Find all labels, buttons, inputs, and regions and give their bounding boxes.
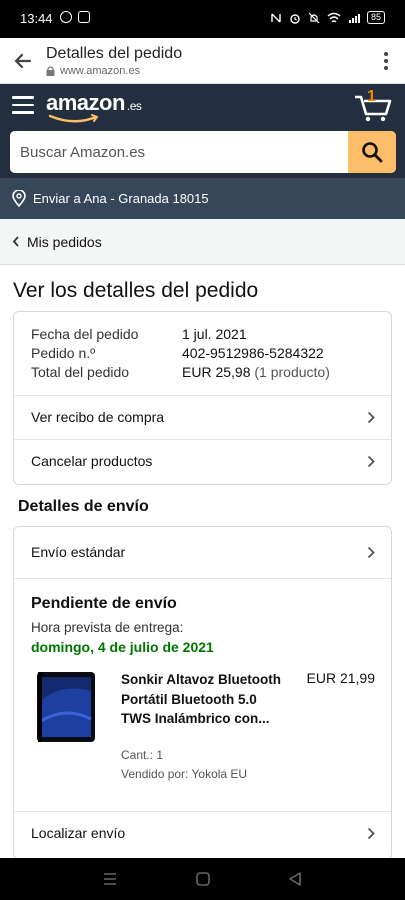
status-bar: 13:44 85 [0, 0, 405, 38]
product-quantity: Cant.: 1 [121, 748, 164, 762]
shipping-method-link[interactable]: Envío estándar [14, 527, 391, 579]
messenger-icon [60, 11, 72, 23]
chevron-right-icon [367, 455, 375, 468]
order-number-label: Pedido n.º [31, 345, 96, 361]
cancel-products-link[interactable]: Cancelar productos [14, 439, 391, 483]
shipping-heading: Detalles de envío [18, 498, 149, 515]
signal-icon [348, 13, 360, 23]
product-price: EUR 21,99 [306, 670, 375, 686]
product-seller: Vendido por: Yokola EU [121, 767, 248, 781]
order-total-label: Total del pedido [31, 364, 130, 380]
search-bar [10, 131, 396, 173]
lock-icon [46, 66, 55, 76]
cart-button[interactable]: 1 [353, 88, 393, 122]
more-options-icon[interactable] [383, 51, 389, 71]
product-image[interactable] [36, 671, 96, 743]
notification-icons [60, 11, 90, 23]
system-nav-bar [0, 858, 405, 900]
chevron-right-icon [367, 546, 375, 559]
status-time: 13:44 [20, 11, 53, 26]
back-arrow-icon[interactable] [12, 50, 34, 72]
amazon-logo[interactable]: amazon .es [46, 90, 142, 116]
chevron-right-icon [367, 827, 375, 840]
battery-icon: 85 [366, 11, 385, 24]
shipping-card: Envío estándar Pendiente de envío Hora p… [13, 526, 392, 860]
browser-bar: Detalles del pedido www.amazon.es [0, 38, 405, 84]
alarm-icon [290, 13, 300, 24]
order-item-count: (1 producto) [254, 364, 330, 380]
back-nav-icon[interactable] [287, 871, 303, 887]
chevron-left-icon [12, 236, 19, 247]
logo-smile-icon [48, 114, 99, 123]
home-icon[interactable] [195, 871, 211, 887]
location-pin-icon [12, 190, 26, 207]
deliver-to-text: Enviar a Ana - Granada 18015 [33, 191, 209, 206]
amazon-header: amazon .es 1 [0, 84, 405, 178]
nfc-icon [271, 13, 281, 22]
page-title: Ver los detalles del pedido [13, 279, 259, 302]
chevron-right-icon [367, 411, 375, 424]
shipment-status: Pendiente de envío [31, 595, 177, 612]
track-package-link[interactable]: Localizar envío [14, 811, 391, 855]
order-summary-card: Fecha del pedido 1 jul. 2021 Pedido n.º … [13, 311, 392, 485]
order-date-value: 1 jul. 2021 [182, 326, 247, 342]
menu-icon[interactable] [12, 96, 34, 114]
system-icons: 85 [270, 11, 385, 24]
deliver-to-bar[interactable]: Enviar a Ana - Granada 18015 [0, 178, 405, 219]
recent-apps-icon[interactable] [102, 871, 118, 887]
cart-count: 1 [367, 88, 376, 105]
breadcrumb-label: Mis pedidos [27, 234, 102, 250]
search-icon [362, 142, 383, 163]
order-total-value: EUR 25,98 (1 producto) [182, 364, 330, 380]
eta-date: domingo, 4 de julio de 2021 [31, 639, 214, 655]
browser-title: Detalles del pedido [46, 45, 183, 62]
search-button[interactable] [348, 131, 396, 173]
mute-icon [308, 12, 320, 23]
order-date-label: Fecha del pedido [31, 326, 139, 342]
wifi-icon [327, 12, 341, 23]
eta-label: Hora prevista de entrega: [31, 620, 184, 635]
app-notification-icon [78, 11, 90, 23]
breadcrumb[interactable]: Mis pedidos [0, 219, 405, 265]
search-input[interactable] [10, 131, 348, 173]
browser-url: www.amazon.es [60, 65, 141, 77]
order-number-value: 402-9512986-5284322 [182, 345, 324, 361]
product-title[interactable]: Sonkir Altavoz Bluetooth Portátil Blueto… [121, 670, 286, 729]
view-receipt-link[interactable]: Ver recibo de compra [14, 395, 391, 439]
